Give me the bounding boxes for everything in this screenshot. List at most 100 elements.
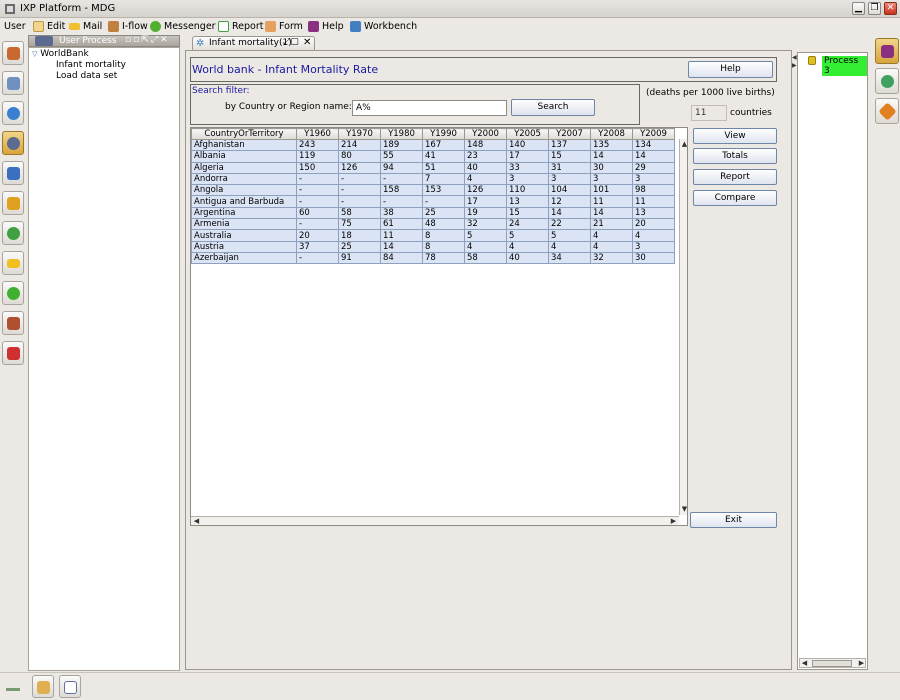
value-cell[interactable]: 24	[506, 218, 549, 231]
value-cell[interactable]: 60	[296, 206, 339, 220]
value-cell[interactable]: 135	[590, 138, 633, 152]
scroll-thumb[interactable]	[812, 660, 852, 667]
column-header[interactable]: Y1990	[422, 128, 465, 140]
totals-button[interactable]: Totals	[693, 148, 777, 164]
menu-mail[interactable]: Mail	[69, 19, 102, 33]
value-cell[interactable]: 126	[338, 161, 381, 174]
value-cell[interactable]: 19	[464, 206, 507, 220]
value-cell[interactable]: 4	[464, 172, 507, 186]
table-row[interactable]: Albania 119 80 55 41 23 17 15 14 14	[191, 150, 675, 163]
maximize-button[interactable]: ❐	[868, 2, 881, 15]
country-cell[interactable]: Angola	[191, 184, 297, 197]
value-cell[interactable]: 18	[338, 229, 381, 242]
value-cell[interactable]: -	[338, 184, 381, 197]
value-cell[interactable]: 134	[632, 138, 675, 152]
table-row[interactable]: Azerbaijan -91 84 78 58 40 34 32 30	[191, 251, 675, 265]
taskbar-document-button[interactable]	[59, 675, 81, 698]
report-button[interactable]: Report	[693, 169, 777, 185]
tree-node-worldbank[interactable]: ▽ WorldBank	[32, 49, 89, 59]
value-cell[interactable]: 61	[380, 218, 423, 231]
value-cell[interactable]: 32	[464, 218, 507, 231]
value-cell[interactable]: 4	[506, 240, 549, 253]
table-row[interactable]: Argentina 60 58 38 25 19 15 14 14 13	[191, 206, 675, 220]
scroll-up-icon[interactable]: ▲	[680, 140, 687, 149]
value-cell[interactable]: 14	[632, 150, 675, 163]
menu-form[interactable]: Form	[265, 19, 303, 33]
value-cell[interactable]: 5	[506, 229, 549, 242]
value-cell[interactable]: 153	[422, 184, 465, 197]
value-cell[interactable]: 5	[548, 229, 591, 242]
value-cell[interactable]: 58	[464, 251, 507, 265]
search-button[interactable]: Search	[511, 99, 595, 116]
menu-iflow[interactable]: I-flow	[108, 19, 148, 33]
value-cell[interactable]: 8	[422, 229, 465, 242]
value-cell[interactable]: -	[296, 184, 339, 197]
value-cell[interactable]: -	[338, 172, 381, 186]
country-cell[interactable]: Argentina	[191, 206, 297, 220]
table-row[interactable]: Andorra - - -7 4 3 3 3 3	[191, 172, 675, 186]
compare-button[interactable]: Compare	[693, 190, 777, 206]
value-cell[interactable]: -	[380, 172, 423, 186]
menu-workbench[interactable]: Workbench	[350, 19, 417, 33]
process-panel-scrollbar[interactable]: ◀ ▶	[799, 658, 866, 668]
splitter-arrow-icon[interactable]: ▶	[792, 62, 797, 69]
value-cell[interactable]: 104	[548, 184, 591, 197]
value-cell[interactable]: 29	[632, 161, 675, 174]
table-row[interactable]: Antigua and Barbuda - - - -17 13 12 11 11	[191, 195, 675, 208]
column-header[interactable]: CountryOrTerritory	[191, 128, 297, 140]
column-header[interactable]: Y2007	[548, 128, 591, 140]
help-button[interactable]: Help	[688, 61, 773, 78]
value-cell[interactable]: 137	[548, 138, 591, 152]
view-button[interactable]: View	[693, 128, 777, 144]
menu-edit[interactable]: Edit	[33, 19, 65, 33]
value-cell[interactable]: 91	[338, 251, 381, 265]
country-cell[interactable]: Algeria	[191, 161, 297, 174]
value-cell[interactable]: -	[296, 218, 339, 231]
sidebar-button-user[interactable]	[2, 221, 24, 245]
value-cell[interactable]: 7	[422, 172, 465, 186]
value-cell[interactable]: 13	[632, 206, 675, 220]
value-cell[interactable]: 4	[590, 229, 633, 242]
table-row[interactable]: Australia 20 18 11 8 5 5 5 4 4	[191, 229, 675, 242]
table-row[interactable]: Austria 37 25 14 8 4 4 4 4 3	[191, 240, 675, 253]
sidebar-button-process[interactable]	[2, 131, 24, 155]
value-cell[interactable]: 4	[464, 240, 507, 253]
menu-user[interactable]: User	[4, 19, 26, 33]
value-cell[interactable]: 214	[338, 138, 381, 152]
column-header[interactable]: Y1980	[380, 128, 423, 140]
value-cell[interactable]: 22	[548, 218, 591, 231]
value-cell[interactable]: 30	[590, 161, 633, 174]
search-input[interactable]: A%	[352, 100, 507, 116]
value-cell[interactable]: 75	[338, 218, 381, 231]
value-cell[interactable]: 84	[380, 251, 423, 265]
value-cell[interactable]: 15	[506, 206, 549, 220]
tree-item-infant-mortality[interactable]: Infant mortality	[56, 60, 126, 70]
process-badge[interactable]: Process 3	[822, 56, 867, 76]
value-cell[interactable]: 126	[464, 184, 507, 197]
country-cell[interactable]: Australia	[191, 229, 297, 242]
value-cell[interactable]: 20	[296, 229, 339, 242]
value-cell[interactable]: 110	[506, 184, 549, 197]
value-cell[interactable]: 17	[506, 150, 549, 163]
value-cell[interactable]: 14	[590, 206, 633, 220]
blocks-button[interactable]	[875, 98, 899, 124]
value-cell[interactable]: 58	[338, 206, 381, 220]
column-header[interactable]: Y2009	[632, 128, 675, 140]
menu-help[interactable]: Help	[308, 19, 344, 33]
value-cell[interactable]: 150	[296, 161, 339, 174]
value-cell[interactable]: -	[338, 195, 381, 208]
value-cell[interactable]: 38	[380, 206, 423, 220]
vertical-scrollbar[interactable]: ▲ ▼	[679, 139, 687, 515]
sidebar-button-warning[interactable]	[2, 191, 24, 215]
table-row[interactable]: Angola - -158 153 126 110 104 101 98	[191, 184, 675, 197]
value-cell[interactable]: 3	[548, 172, 591, 186]
value-cell[interactable]: 41	[422, 150, 465, 163]
value-cell[interactable]: 33	[506, 161, 549, 174]
value-cell[interactable]: 4	[548, 240, 591, 253]
value-cell[interactable]: 11	[632, 195, 675, 208]
value-cell[interactable]: 13	[506, 195, 549, 208]
horizontal-scrollbar[interactable]: ◀ ▶	[191, 516, 679, 525]
country-cell[interactable]: Austria	[191, 240, 297, 253]
country-cell[interactable]: Andorra	[191, 172, 297, 186]
value-cell[interactable]: 78	[422, 251, 465, 265]
